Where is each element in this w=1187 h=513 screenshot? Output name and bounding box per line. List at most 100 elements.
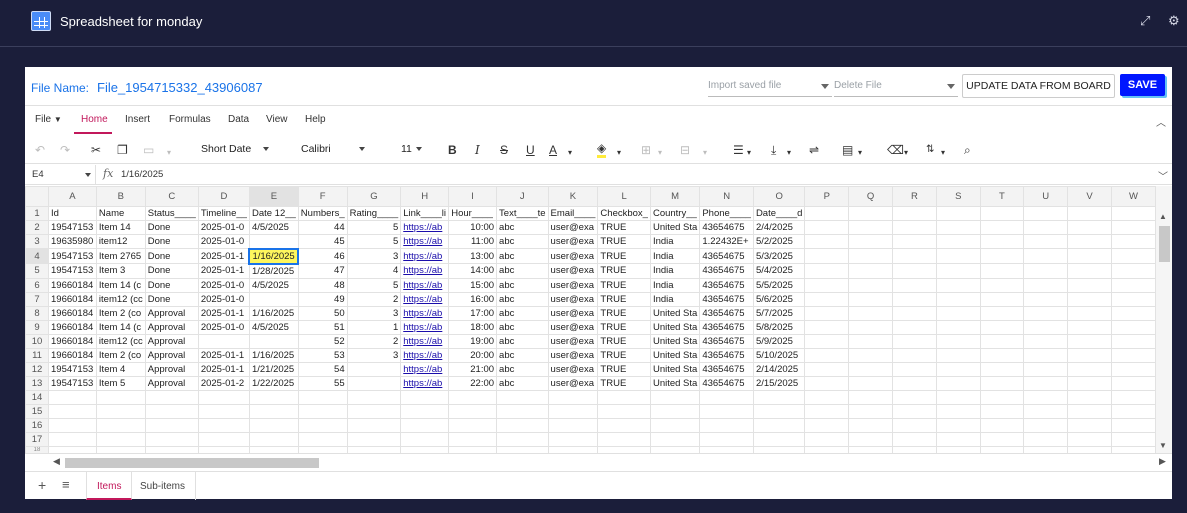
column-header-v[interactable]: V [1067,186,1112,207]
cell[interactable] [892,417,937,433]
cell[interactable] [1067,445,1112,453]
cell[interactable]: 48 [297,277,348,293]
row-header[interactable]: 16 [25,417,50,433]
cell[interactable]: abc [496,333,549,349]
cell[interactable] [95,389,146,405]
cell[interactable] [848,291,894,307]
column-header-f[interactable]: F [297,186,348,207]
cell[interactable]: https://ab [400,263,450,279]
cell[interactable]: https://ab [400,305,450,321]
cell[interactable] [1110,234,1156,249]
cell[interactable] [1110,445,1156,453]
cell[interactable]: 53 [297,347,348,363]
cell[interactable] [496,417,549,433]
cell[interactable] [144,389,199,405]
cell[interactable] [496,431,549,447]
cell[interactable] [197,389,250,405]
row-header[interactable]: 9 [25,319,50,335]
cell[interactable]: 5/9/2025 [752,333,806,349]
row-header[interactable]: 8 [25,305,50,321]
scroll-down-icon[interactable]: ▼ [1159,441,1167,450]
cell[interactable] [1067,206,1112,221]
cell[interactable]: 2 [346,333,402,349]
cell[interactable] [1023,220,1069,235]
cell[interactable] [297,417,348,433]
cell[interactable] [979,206,1025,221]
cell[interactable]: 4 [346,263,402,279]
cell[interactable]: 19660184 [48,347,97,363]
cell[interactable]: Item 2765 [95,248,146,264]
cell[interactable]: Done [144,248,199,264]
cell[interactable] [979,403,1025,419]
save-button[interactable]: SAVE [1120,74,1165,96]
cell[interactable] [1023,305,1069,321]
cell[interactable] [935,291,981,307]
strikethrough-icon[interactable]: S [500,142,508,158]
cell[interactable]: 4/5/2025 [248,220,299,235]
cell[interactable] [649,403,701,419]
cell[interactable] [848,347,894,363]
cell[interactable]: https://ab [400,277,450,293]
cell[interactable]: abc [496,291,549,307]
row-header[interactable]: 10 [25,333,50,349]
cell[interactable] [892,248,937,264]
cell[interactable] [804,305,850,321]
cell[interactable] [979,263,1025,279]
column-header-e[interactable]: E [248,186,299,207]
cell[interactable]: 54 [297,361,348,377]
cut-icon[interactable]: ✂ [91,142,101,158]
fullscreen-icon[interactable]: ⤢ [1140,14,1150,28]
tab-formulas[interactable]: Formulas [169,114,211,125]
cell[interactable]: 19:00 [448,333,498,349]
cell[interactable] [1023,291,1069,307]
cell[interactable]: 2025-01-0 [197,277,250,293]
cell[interactable] [597,417,651,433]
cell[interactable]: Name [95,206,146,221]
cell[interactable]: Checkbox_ [597,206,651,221]
cell[interactable]: 2025-01-1 [197,263,250,279]
cell[interactable] [804,291,850,307]
font-color-caret-icon[interactable]: ▾ [568,145,572,161]
cell[interactable] [48,431,97,447]
cell[interactable] [297,389,348,405]
borders-caret-icon[interactable]: ▾ [658,145,662,161]
cell[interactable]: Done [144,234,199,249]
cell[interactable] [1067,291,1112,307]
align-caret-icon[interactable]: ▾ [747,145,751,161]
cell[interactable]: user@exa [547,277,599,293]
cell[interactable] [1067,361,1112,377]
cell[interactable] [1067,347,1112,363]
search-icon[interactable]: ⌕ [964,142,971,158]
cell[interactable] [1067,375,1112,391]
cell[interactable]: 19660184 [48,291,97,307]
cell[interactable] [979,291,1025,307]
cell[interactable] [935,361,981,377]
column-header-r[interactable]: R [892,186,937,207]
horizontal-scroll-thumb[interactable] [65,458,319,468]
chevron-up-icon[interactable]: ︿ [1156,114,1166,129]
cell[interactable] [848,220,894,235]
tab-data[interactable]: Data [228,114,249,125]
cell[interactable] [346,361,402,377]
gear-icon[interactable]: ⚙ [1168,14,1180,28]
cell[interactable] [1110,277,1156,293]
cell[interactable]: abc [496,234,549,249]
cell[interactable]: https://ab [400,347,450,363]
cell[interactable] [547,389,599,405]
formula-input[interactable]: 1/16/2025 [121,169,163,180]
cell[interactable] [804,234,850,249]
borders-icon[interactable]: ⊞ [641,142,651,158]
cell[interactable] [496,389,549,405]
cell[interactable] [935,333,981,349]
column-header-o[interactable]: O [752,186,806,207]
cell[interactable]: 19547153 [48,375,97,391]
cell[interactable]: 11:00 [448,234,498,249]
cell[interactable] [1110,291,1156,307]
eraser-icon[interactable]: ⌫ [887,142,904,158]
cell[interactable]: 14:00 [448,263,498,279]
cell[interactable]: TRUE [597,375,651,391]
cell[interactable]: user@exa [547,333,599,349]
tab-help[interactable]: Help [305,114,326,125]
cell[interactable] [892,445,937,453]
cell[interactable]: 15:00 [448,277,498,293]
